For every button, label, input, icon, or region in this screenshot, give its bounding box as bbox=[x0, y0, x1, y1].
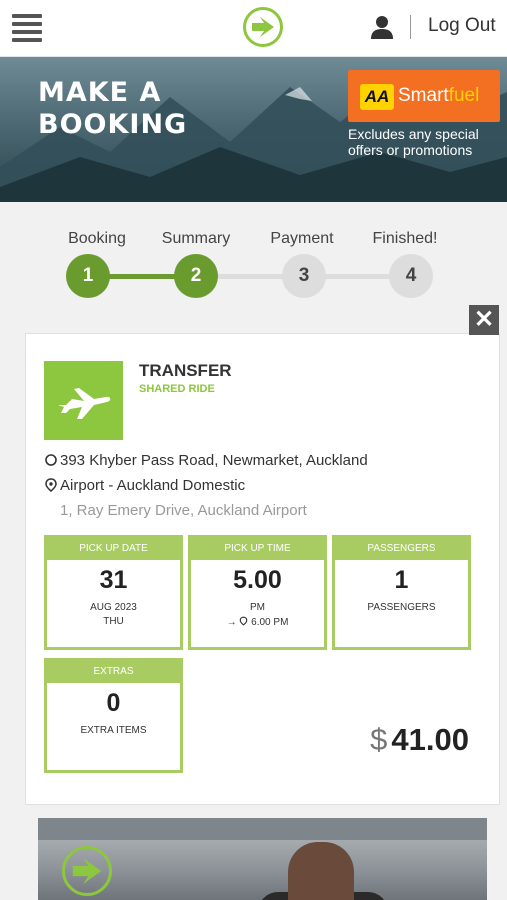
transfer-subtitle: SHARED RIDE bbox=[139, 383, 215, 395]
passenger-count: 1 bbox=[394, 566, 409, 594]
pickup-weekday: THU bbox=[103, 616, 124, 627]
step-label-summary: Summary bbox=[161, 230, 231, 247]
smartfuel-wordmark: Smartfuel bbox=[398, 85, 480, 106]
dropoff-address: Airport - Auckland Domestic bbox=[44, 477, 245, 494]
step-label-payment: Payment bbox=[270, 230, 334, 247]
step-1[interactable]: 1 bbox=[66, 254, 110, 298]
user-icon[interactable] bbox=[370, 14, 394, 40]
aa-logo: AA bbox=[360, 84, 394, 110]
pickup-address-text: 393 Khyber Pass Road, Newmarket, Aucklan… bbox=[60, 452, 368, 469]
price-amount: 41.00 bbox=[391, 722, 469, 757]
step-label-booking: Booking bbox=[68, 230, 126, 247]
close-button[interactable]: ✕ bbox=[469, 305, 499, 335]
pickup-meridiem: PM bbox=[250, 602, 265, 613]
tile-header: PASSENGERS bbox=[335, 538, 468, 560]
currency-symbol: $ bbox=[370, 722, 388, 757]
passengers-tile: PASSENGERS 1 PASSENGERS bbox=[332, 535, 471, 650]
brand-logo-icon[interactable] bbox=[243, 7, 283, 47]
hero-banner: MAKE A BOOKING AA Smartfuel Excludes any… bbox=[0, 57, 507, 202]
dropoff-name-text: Airport - Auckland Domestic bbox=[60, 477, 246, 494]
map-pin-icon bbox=[45, 478, 57, 492]
plane-icon bbox=[44, 361, 123, 440]
promo-person-head bbox=[288, 842, 354, 900]
pickup-address: 393 Khyber Pass Road, Newmarket, Aucklan… bbox=[44, 452, 368, 469]
step-2[interactable]: 2 bbox=[174, 254, 218, 298]
page-title: MAKE A BOOKING bbox=[38, 77, 188, 140]
menu-icon[interactable] bbox=[12, 12, 44, 42]
passengers-caption: PASSENGERS bbox=[367, 602, 436, 613]
promo-image bbox=[38, 818, 487, 900]
map-pin-icon bbox=[240, 616, 248, 626]
pickup-time: 5.00 bbox=[233, 566, 282, 594]
tile-header: PICK UP DATE bbox=[47, 538, 180, 560]
pickup-time-tile: PICK UP TIME 5.00 PM → 6.00 PM bbox=[188, 535, 327, 650]
top-bar: Log Out bbox=[0, 0, 507, 57]
step-4[interactable]: 4 bbox=[389, 254, 433, 298]
pickup-date-tile: PICK UP DATE 31 AUG 2023 THU bbox=[44, 535, 183, 650]
badge-note: Excludes any special offers or promotion… bbox=[348, 126, 479, 158]
arrival-time-text: 6.00 PM bbox=[251, 617, 289, 628]
origin-circle-icon bbox=[45, 454, 57, 466]
promo-building bbox=[38, 818, 487, 840]
booking-summary-card: TRANSFER SHARED RIDE 393 Khyber Pass Roa… bbox=[25, 333, 500, 805]
total-price: $41.00 bbox=[370, 722, 469, 758]
transfer-title: TRANSFER bbox=[139, 361, 232, 380]
aa-smartfuel-badge: AA Smartfuel bbox=[348, 70, 500, 122]
pickup-day: 31 bbox=[99, 566, 128, 594]
arrow-right-icon: → bbox=[226, 617, 237, 628]
tile-header: EXTRAS bbox=[47, 661, 180, 683]
progress-steps: Booking Summary Payment Finished! 1 2 3 … bbox=[0, 202, 507, 302]
tile-header: PICK UP TIME bbox=[191, 538, 324, 560]
arrival-time: → 6.00 PM bbox=[191, 616, 324, 628]
step-label-finished: Finished! bbox=[372, 230, 438, 247]
dropoff-detail: 1, Ray Emery Drive, Auckland Airport bbox=[60, 502, 307, 519]
logout-link[interactable]: Log Out bbox=[428, 15, 496, 37]
pickup-month-year: AUG 2023 bbox=[90, 602, 137, 613]
extras-count: 0 bbox=[106, 689, 121, 717]
step-3[interactable]: 3 bbox=[282, 254, 326, 298]
extras-tile: EXTRAS 0 EXTRA ITEMS bbox=[44, 658, 183, 773]
header-divider bbox=[410, 15, 411, 39]
extras-caption: EXTRA ITEMS bbox=[80, 725, 147, 736]
brand-logo-icon bbox=[62, 846, 112, 896]
